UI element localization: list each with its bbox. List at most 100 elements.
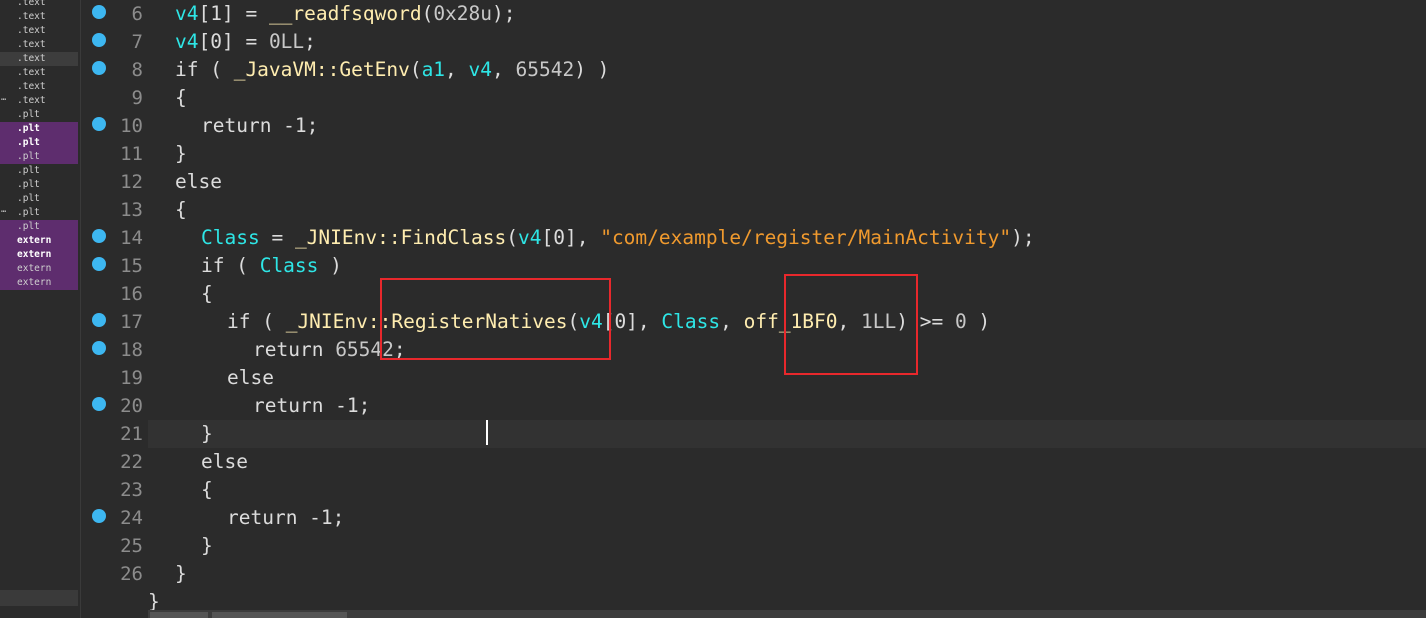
breakpoint-dot-icon[interactable]	[92, 33, 106, 47]
code-token: return -1;	[227, 506, 345, 529]
segment-label: .plt	[17, 207, 40, 218]
segment-row[interactable]: .text	[0, 66, 78, 80]
code-line[interactable]: }	[148, 140, 1426, 168]
segment-row[interactable]: .plt	[0, 164, 78, 178]
code-token: 0x28u	[433, 2, 493, 25]
segment-row[interactable]: .plt	[0, 192, 78, 206]
gutter-row[interactable]: 12	[81, 168, 147, 196]
code-token: }	[175, 562, 187, 585]
breakpoint-dot-icon[interactable]	[92, 229, 106, 243]
code-line-content: return -1;	[227, 504, 344, 532]
segment-row[interactable]: .text	[0, 52, 78, 66]
code-line[interactable]: v4[1] = __readfsqword(0x28u);	[148, 0, 1426, 28]
segments-panel: .text .text .text .text .text .text .text ⋯ .tex…	[0, 0, 81, 618]
code-line[interactable]: else	[148, 448, 1426, 476]
gutter-row[interactable]: 17	[81, 308, 147, 336]
code-line[interactable]: }	[148, 532, 1426, 560]
segment-label: .text	[17, 67, 46, 78]
code-token: v4	[518, 226, 542, 249]
gutter-row[interactable]: 11	[81, 140, 147, 168]
segment-marker: ⋯	[1, 207, 7, 217]
segment-row[interactable]: .text	[0, 24, 78, 38]
gutter-row[interactable]: 9	[81, 84, 147, 112]
segment-row[interactable]: .plt	[0, 150, 78, 164]
line-number: 22	[120, 451, 143, 473]
code-line[interactable]: }	[148, 420, 1426, 448]
code-line[interactable]: else	[148, 168, 1426, 196]
code-token: v4	[468, 58, 493, 81]
gutter-row[interactable]: 7	[81, 28, 147, 56]
pseudocode-view[interactable]: }}} return -1; {else} return -1; else return …	[148, 0, 1426, 613]
segment-row[interactable]: .plt	[0, 220, 78, 234]
code-line-content: {	[201, 280, 213, 308]
code-line[interactable]: {	[148, 84, 1426, 112]
gutter-row[interactable]: 8	[81, 56, 147, 84]
segment-row[interactable]: .plt	[0, 122, 78, 136]
segment-row[interactable]: .plt	[0, 108, 78, 122]
gutter-row[interactable]: 26	[81, 560, 147, 588]
code-line[interactable]: Class = _JNIEnv::FindClass(v4[0], "com/e…	[148, 224, 1426, 252]
gutter-row[interactable]: 19	[81, 364, 147, 392]
code-line[interactable]: }	[148, 560, 1426, 588]
breakpoint-dot-icon[interactable]	[92, 117, 106, 131]
breakpoint-dot-icon[interactable]	[92, 257, 106, 271]
breakpoint-dot-icon[interactable]	[92, 5, 106, 19]
code-line-content: {	[201, 476, 213, 504]
line-number: 19	[120, 367, 143, 389]
segment-row[interactable]: .text	[0, 10, 78, 24]
gutter-row[interactable]	[81, 588, 147, 616]
segment-row[interactable]: extern	[0, 262, 78, 276]
gutter-row[interactable]: 6	[81, 0, 147, 28]
code-token: [0],	[541, 226, 601, 249]
code-line[interactable]: if ( _JavaVM::GetEnv(a1, v4, 65542) )	[148, 56, 1426, 84]
line-number: 21	[120, 423, 143, 445]
code-line-content: return -1;	[201, 112, 318, 140]
code-line[interactable]: return -1;	[148, 392, 1426, 420]
line-number: 24	[120, 507, 143, 529]
code-token: (	[409, 58, 422, 81]
line-number: 17	[120, 311, 143, 333]
code-line[interactable]: return -1;	[148, 112, 1426, 140]
code-line[interactable]: {	[148, 476, 1426, 504]
gutter-row[interactable]: 21	[81, 420, 147, 448]
segment-row[interactable]: ⋯ .text	[0, 94, 78, 108]
code-token: _JavaVM::GetEnv	[233, 58, 410, 81]
segments-scrollbar[interactable]	[0, 590, 78, 606]
breakpoint-dot-icon[interactable]	[92, 313, 106, 327]
segment-row[interactable]: .text	[0, 0, 78, 10]
gutter-row[interactable]: 23	[81, 476, 147, 504]
segment-row[interactable]: extern	[0, 276, 78, 290]
segment-row[interactable]: .plt	[0, 178, 78, 192]
gutter-row[interactable]: 20	[81, 392, 147, 420]
breakpoint-dot-icon[interactable]	[92, 61, 106, 75]
gutter-row[interactable]: 14	[81, 224, 147, 252]
gutter-row[interactable]: 10	[81, 112, 147, 140]
code-token: {	[201, 478, 213, 501]
gutter-row[interactable]: 25	[81, 532, 147, 560]
gutter-row[interactable]: 15	[81, 252, 147, 280]
code-token: ,	[445, 58, 469, 81]
segment-label: .plt	[17, 193, 40, 204]
gutter-row[interactable]: 13	[81, 196, 147, 224]
code-token: if (	[227, 310, 286, 333]
segment-row[interactable]: ⋯ .plt	[0, 206, 78, 220]
gutter-row[interactable]: 16	[81, 280, 147, 308]
segment-row[interactable]: extern	[0, 248, 78, 262]
gutter-row[interactable]: 22	[81, 448, 147, 476]
bottom-tab-1[interactable]	[150, 612, 208, 618]
segment-row[interactable]: .text	[0, 38, 78, 52]
code-line[interactable]: {	[148, 196, 1426, 224]
gutter-row[interactable]: 24	[81, 504, 147, 532]
segment-label: .text	[17, 95, 46, 106]
breakpoint-dot-icon[interactable]	[92, 397, 106, 411]
code-line-content: if ( Class )	[201, 252, 342, 280]
code-line[interactable]: return -1;	[148, 504, 1426, 532]
segment-row[interactable]: .plt	[0, 136, 78, 150]
segment-row[interactable]: extern	[0, 234, 78, 248]
gutter-row[interactable]: 18	[81, 336, 147, 364]
breakpoint-dot-icon[interactable]	[92, 509, 106, 523]
bottom-tab-2[interactable]	[212, 612, 347, 618]
code-line[interactable]: v4[0] = 0LL;	[148, 28, 1426, 56]
segment-row[interactable]: .text	[0, 80, 78, 94]
breakpoint-dot-icon[interactable]	[92, 341, 106, 355]
